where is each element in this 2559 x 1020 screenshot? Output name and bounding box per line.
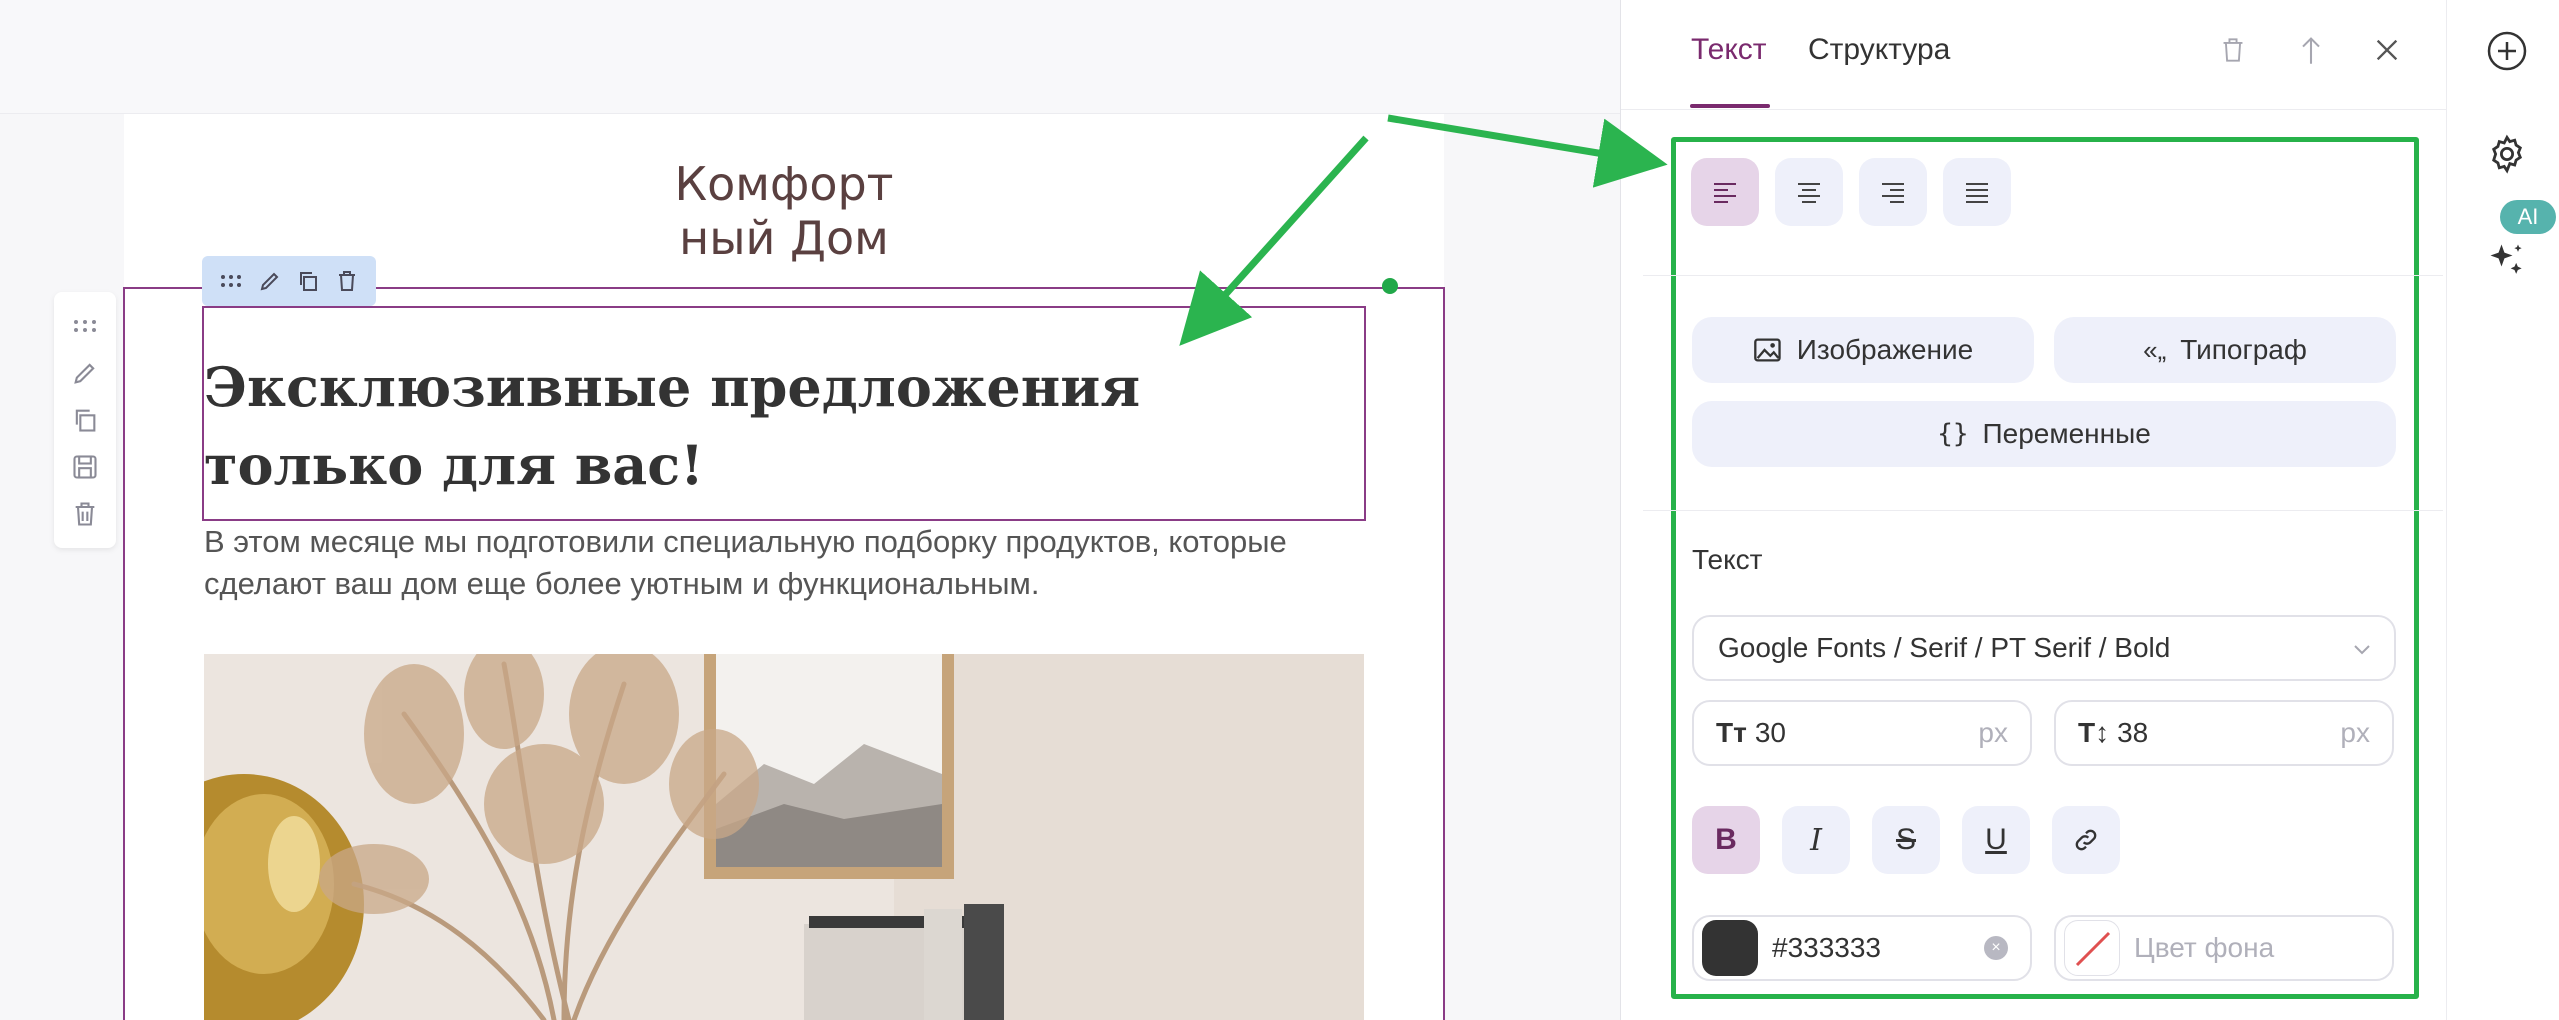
select-parent-icon[interactable] xyxy=(2291,30,2331,70)
quotes-icon: «„ xyxy=(2143,334,2167,365)
tab-structure[interactable]: Структура xyxy=(1808,30,1950,70)
resize-handle[interactable] xyxy=(1382,278,1398,294)
text-color-value: #333333 xyxy=(1772,932,1882,963)
interior-photo-illustration xyxy=(204,654,1364,1020)
text-align-group xyxy=(1691,158,2011,226)
underline-button[interactable]: U xyxy=(1962,806,2030,874)
duplicate-icon[interactable] xyxy=(67,402,103,438)
insert-image-label: Изображение xyxy=(1796,334,1974,365)
canvas-top-strip xyxy=(0,0,1620,114)
braces-icon: {} xyxy=(1937,419,1969,449)
link-icon xyxy=(2075,829,2097,851)
editor-canvas[interactable]: Комфорт ный Дом Эксклюзивные предложения… xyxy=(0,0,1620,1020)
font-size-value: 30 xyxy=(1754,717,1786,748)
align-left-button[interactable] xyxy=(1691,158,1759,226)
background-color-placeholder: Цвет фона xyxy=(2134,932,2275,963)
edit-pencil-icon[interactable] xyxy=(67,355,103,391)
strikethrough-button[interactable]: S xyxy=(1872,806,1940,874)
element-toolbar xyxy=(202,256,376,306)
variables-label: Переменные xyxy=(1982,418,2151,449)
drag-handle-icon[interactable] xyxy=(67,308,103,344)
chevron-down-icon xyxy=(2352,639,2372,662)
line-height-icon: T↕ xyxy=(2078,717,2110,748)
drag-handle-icon[interactable] xyxy=(217,267,245,295)
edit-pencil-icon[interactable] xyxy=(256,267,284,295)
text-section-label: Текст xyxy=(1692,544,1763,575)
typograph-label: Типограф xyxy=(2180,334,2307,365)
email-heading[interactable]: Эксклюзивные предложения только для вас! xyxy=(204,348,1344,504)
font-size-icon: Tт xyxy=(1716,717,1747,748)
tab-text[interactable]: Текст xyxy=(1691,30,1767,70)
align-justify-button[interactable] xyxy=(1943,158,2011,226)
align-right-button[interactable] xyxy=(1859,158,1927,226)
italic-icon: I xyxy=(1810,822,1822,858)
delete-trash-icon[interactable] xyxy=(333,267,361,295)
email-paragraph[interactable]: В этом месяце мы подготовили специальную… xyxy=(204,521,1364,605)
variables-button[interactable]: {} Переменные xyxy=(1692,401,2396,467)
line-height-value: 38 xyxy=(2117,717,2149,748)
settings-gear-icon[interactable] xyxy=(2484,131,2530,177)
section-divider xyxy=(1643,275,2443,276)
text-color-field[interactable]: #333333 × xyxy=(1692,915,2032,981)
close-icon[interactable] xyxy=(2367,30,2407,70)
no-color-swatch-icon[interactable] xyxy=(2064,920,2120,976)
font-size-field[interactable]: Tт 30 px xyxy=(1692,700,2032,766)
add-block-icon[interactable] xyxy=(2484,28,2530,74)
insert-image-button[interactable]: Изображение xyxy=(1692,317,2034,383)
text-color-swatch[interactable] xyxy=(1702,920,1758,976)
line-height-field[interactable]: T↕ 38 px xyxy=(2054,700,2394,766)
strikethrough-icon: S xyxy=(1895,823,1916,856)
text-format-group: B I S U xyxy=(1692,806,2120,874)
font-size-unit: px xyxy=(1978,717,2008,748)
italic-button[interactable]: I xyxy=(1782,806,1850,874)
delete-trash-icon[interactable] xyxy=(67,496,103,532)
align-center-button[interactable] xyxy=(1775,158,1843,226)
active-tab-underline xyxy=(1690,104,1770,108)
image-icon xyxy=(1753,338,1781,362)
trash-icon[interactable] xyxy=(2213,30,2253,70)
logo-text: Комфорт ный Дом xyxy=(674,157,894,265)
panel-tabs: Текст Структура xyxy=(1621,0,2446,110)
email-hero-image[interactable] xyxy=(204,654,1364,1020)
font-family-value: Google Fonts / Serif / PT Serif / Bold xyxy=(1718,632,2171,663)
duplicate-icon[interactable] xyxy=(294,267,322,295)
background-color-field[interactable]: Цвет фона xyxy=(2054,915,2394,981)
block-side-toolbar xyxy=(54,292,116,548)
save-icon[interactable] xyxy=(67,449,103,485)
typograph-button[interactable]: «„ Типограф xyxy=(2054,317,2396,383)
link-button[interactable] xyxy=(2052,806,2120,874)
section-divider xyxy=(1643,510,2443,511)
ai-badge[interactable]: AI xyxy=(2500,200,2556,234)
font-family-select[interactable]: Google Fonts / Serif / PT Serif / Bold xyxy=(1692,615,2396,681)
bold-button[interactable]: B xyxy=(1692,806,1760,874)
clear-color-icon[interactable]: × xyxy=(1984,936,2008,960)
line-height-unit: px xyxy=(2340,717,2370,748)
underline-icon: U xyxy=(1985,823,2007,856)
bold-icon: B xyxy=(1715,823,1737,856)
ai-sparkles-icon[interactable] xyxy=(2484,238,2530,284)
